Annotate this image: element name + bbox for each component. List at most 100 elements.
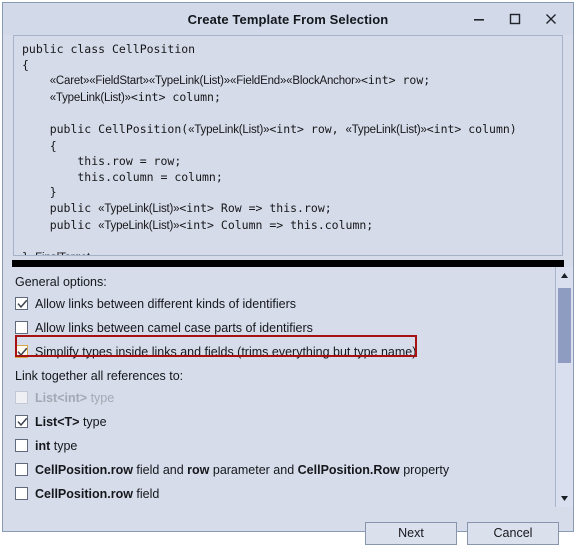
template-marker: «FinalTarget»	[29, 252, 96, 255]
code-text: public CellPosition(	[22, 121, 189, 136]
simplify-types-inside-links-checkbox[interactable]	[15, 345, 28, 358]
chevron-down-icon	[561, 496, 568, 501]
option-row-link-list-t-type[interactable]: List<T> type	[15, 411, 555, 432]
code-text: }	[22, 250, 29, 255]
minimize-icon	[474, 19, 484, 21]
code-line: }	[22, 185, 554, 201]
link-cellposition-row-field-param-property-checkbox[interactable]	[15, 463, 28, 476]
option-label-allow-links-camel-case: Allow links between camel case parts of …	[35, 320, 313, 335]
scroll-up-button[interactable]	[556, 267, 573, 284]
allow-links-different-kinds-checkbox[interactable]	[15, 297, 28, 310]
template-marker: «Caret»«FieldStart»«TypeLink(List)»«Fiel…	[49, 75, 361, 88]
code-text: this.column = column;	[22, 169, 223, 184]
link-list-t-type-checkbox[interactable]	[15, 415, 28, 428]
option-row-link-int-type[interactable]: int type	[15, 435, 555, 456]
allow-links-camel-case-checkbox[interactable]	[15, 321, 28, 334]
emphasis-text: int	[35, 438, 51, 453]
option-row-simplify-types-inside-links[interactable]: Simplify types inside links and fields (…	[15, 341, 555, 362]
code-text: }	[22, 185, 57, 200]
emphasis-text: row	[187, 462, 210, 477]
template-marker: «TypeLink(List)»	[98, 219, 180, 232]
plain-text: type	[87, 390, 115, 405]
code-text: <int> column)	[426, 121, 517, 136]
option-label-link-list-int-type: List<int> type	[35, 391, 114, 405]
options-scrollbar[interactable]	[555, 267, 573, 507]
emphasis-text: CellPosition.row	[35, 462, 133, 477]
plain-text: parameter and	[209, 462, 298, 477]
check-icon	[17, 347, 28, 357]
option-label-link-cellposition-row-field-param-property: CellPosition.row field and row parameter…	[35, 463, 449, 477]
template-marker: «TypeLink(List)»	[345, 123, 427, 136]
code-text: {	[22, 57, 29, 72]
code-line: public CellPosition(«TypeLink(List)»<int…	[22, 122, 554, 139]
plain-text: property	[399, 462, 450, 477]
code-text: public	[22, 217, 99, 232]
option-label-simplify-types-inside-links: Simplify types inside links and fields (…	[35, 344, 417, 359]
title-bar: Create Template From Selection	[3, 3, 573, 35]
close-button[interactable]	[533, 5, 569, 33]
options-area: General options: Allow links between dif…	[3, 267, 573, 507]
general-options-list: Allow links between different kinds of i…	[15, 293, 555, 362]
cancel-button[interactable]: Cancel	[467, 521, 559, 545]
option-label-allow-links-different-kinds: Allow links between different kinds of i…	[35, 296, 297, 311]
close-icon	[546, 14, 556, 24]
plain-text: field	[132, 486, 160, 501]
emphasis-text: CellPosition.row	[35, 486, 133, 501]
template-code-editor[interactable]: public class CellPosition{ «Caret»«Field…	[13, 35, 563, 256]
minimize-button[interactable]	[461, 5, 497, 33]
code-text: public	[22, 200, 99, 215]
next-button[interactable]: Next	[365, 521, 457, 545]
option-row-link-cellposition-row-field[interactable]: CellPosition.row field	[15, 483, 555, 504]
link-together-label: Link together all references to:	[15, 369, 184, 383]
option-label-link-list-t-type: List<T> type	[35, 415, 107, 429]
section-separator	[12, 260, 564, 267]
template-marker: «TypeLink(List)»	[188, 123, 270, 136]
link-options-list: List<int> type List<T> type int type CellPo…	[15, 387, 555, 504]
scrollbar-track[interactable]	[556, 284, 573, 490]
code-line: «TypeLink(List)»<int> column;	[22, 90, 554, 107]
option-row-allow-links-different-kinds[interactable]: Allow links between different kinds of i…	[15, 293, 555, 314]
code-line: public «TypeLink(List)»<int> Row => this…	[22, 201, 554, 218]
code-line: public class CellPosition	[22, 42, 554, 58]
code-line: {	[22, 139, 554, 155]
option-row-link-list-int-type: List<int> type	[15, 387, 555, 408]
option-label-link-int-type: int type	[35, 439, 77, 453]
emphasis-text: CellPosition.Row	[297, 462, 400, 477]
code-text: <int> row,	[269, 121, 346, 136]
option-row-allow-links-camel-case[interactable]: Allow links between camel case parts of …	[15, 317, 555, 338]
emphasis-text: List<int>	[35, 390, 88, 405]
code-line: this.column = column;	[22, 170, 554, 186]
plain-text: type	[79, 414, 107, 429]
code-text: <int> Column => this.column;	[179, 217, 374, 232]
check-icon	[17, 417, 28, 427]
option-row-link-cellposition-row-field-param-property[interactable]: CellPosition.row field and row parameter…	[15, 459, 555, 480]
emphasis-text: List<T>	[35, 414, 80, 429]
template-marker: «TypeLink(List)»	[49, 91, 131, 104]
link-int-type-checkbox[interactable]	[15, 439, 28, 452]
create-template-dialog: Create Template From Selection public cl…	[2, 2, 574, 545]
scrollbar-thumb[interactable]	[558, 288, 571, 363]
editor-container: public class CellPosition{ «Caret»«Field…	[3, 35, 573, 256]
code-text: <int> Row => this.row;	[179, 200, 332, 215]
code-line: }«FinalTarget»	[22, 250, 554, 255]
code-text: public class CellPosition	[22, 42, 196, 56]
scroll-down-button[interactable]	[556, 490, 573, 507]
general-options-label: General options:	[15, 275, 107, 289]
code-line: {	[22, 58, 554, 74]
maximize-icon	[509, 13, 521, 25]
window-controls	[461, 3, 569, 35]
maximize-button[interactable]	[497, 5, 533, 33]
dialog-title: Create Template From Selection	[187, 11, 389, 27]
plain-text: field and	[132, 462, 188, 477]
link-cellposition-row-field-checkbox[interactable]	[15, 487, 28, 500]
template-marker: «TypeLink(List)»	[98, 202, 180, 215]
option-label-link-cellposition-row-field: CellPosition.row field	[35, 487, 159, 501]
code-line: «Caret»«FieldStart»«TypeLink(List)»«Fiel…	[22, 73, 554, 90]
check-icon	[17, 299, 28, 309]
code-line: public «TypeLink(List)»<int> Column => t…	[22, 218, 554, 235]
chevron-up-icon	[561, 273, 568, 278]
